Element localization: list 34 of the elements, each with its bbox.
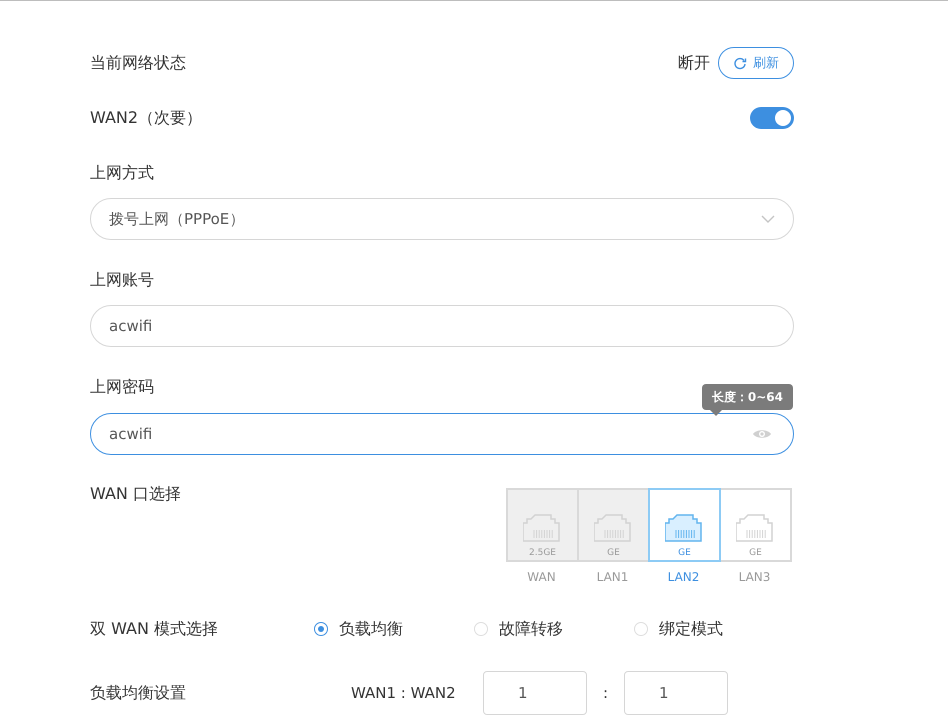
port-speed: GE [607, 548, 620, 558]
connection-type-label: 上网方式 [90, 162, 154, 184]
connection-type-select[interactable]: 拨号上网（PPPoE） [90, 198, 794, 240]
port-speed: GE [749, 548, 762, 558]
dual-wan-mode-label: 双 WAN 模式选择 [90, 618, 220, 640]
status-label: 当前网络状态 [90, 52, 186, 74]
radio-button[interactable] [314, 622, 328, 636]
ethernet-port-icon [522, 513, 562, 543]
ethernet-port-icon [736, 513, 776, 543]
radio-option[interactable]: 故障转移 [474, 618, 634, 640]
ethernet-port-icon [594, 513, 634, 543]
ratio-label: WAN1 : WAN2 [351, 684, 457, 702]
ethernet-port-icon [664, 513, 704, 543]
port-speed: GE [678, 548, 691, 558]
chevron-down-icon [761, 215, 775, 223]
radio-option[interactable]: 负载均衡 [314, 618, 474, 640]
status-value: 断开 [678, 52, 710, 74]
account-field[interactable]: acwifi [90, 305, 794, 347]
wan2-weight-field[interactable]: 1 [624, 671, 728, 715]
wan1-weight-field[interactable]: 1 [483, 671, 587, 715]
radio-option[interactable]: 绑定模式 [634, 618, 794, 640]
length-tooltip: 长度：0~64 [702, 384, 793, 416]
toggle-switch[interactable] [750, 107, 794, 129]
port-speed: 2.5GE [529, 548, 556, 558]
ratio-separator: : [602, 684, 610, 702]
port-name: LAN3 [738, 570, 772, 584]
port-name: LAN1 [596, 570, 630, 584]
wan-port-label: WAN 口选择 [90, 484, 181, 505]
port-name: LAN2 [666, 570, 700, 584]
account-label: 上网账号 [90, 269, 154, 291]
wan2-label: WAN2（次要） [90, 108, 202, 128]
load-balance-label: 负载均衡设置 [90, 682, 187, 704]
port-name: WAN [526, 570, 557, 584]
refresh-icon [733, 56, 747, 70]
